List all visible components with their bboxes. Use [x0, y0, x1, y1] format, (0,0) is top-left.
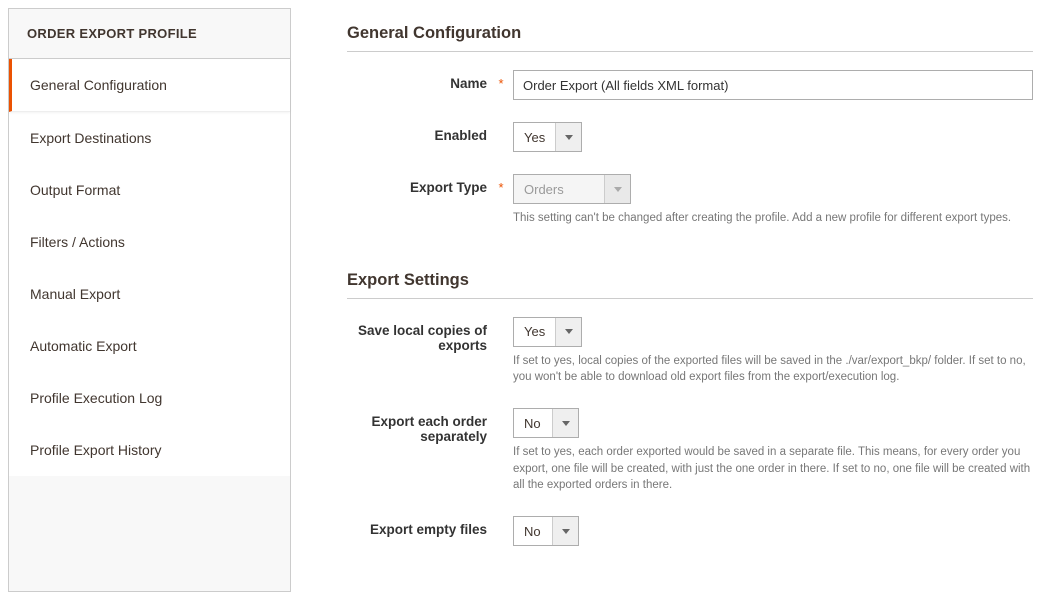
main-panel: General Configuration Name * Enabled Yes… [291, 0, 1041, 592]
save-local-select[interactable]: Yes [513, 317, 582, 347]
sidebar-item-profile-export-history[interactable]: Profile Export History [9, 424, 290, 476]
field-enabled: Enabled Yes [347, 122, 1033, 152]
empty-select[interactable]: No [513, 516, 579, 546]
enabled-select-value: Yes [514, 123, 555, 151]
export-type-select-value: Orders [514, 175, 604, 203]
sidebar: ORDER EXPORT PROFILE General Configurati… [8, 8, 291, 592]
separate-helper: If set to yes, each order exported would… [513, 444, 1033, 494]
sidebar-item-general-configuration[interactable]: General Configuration [9, 59, 290, 112]
field-export-type: Export Type * Orders This setting can't … [347, 174, 1033, 227]
section-title-general: General Configuration [347, 24, 1033, 52]
separate-select[interactable]: No [513, 408, 579, 438]
sidebar-title: ORDER EXPORT PROFILE [9, 9, 290, 59]
required-icon: * [495, 174, 507, 195]
sidebar-item-filters-actions[interactable]: Filters / Actions [9, 216, 290, 268]
field-save-local-label: Save local copies of exports [347, 317, 495, 353]
field-separate-label: Export each order separately [347, 408, 495, 444]
sidebar-item-automatic-export[interactable]: Automatic Export [9, 320, 290, 372]
sidebar-item-export-destinations[interactable]: Export Destinations [9, 112, 290, 164]
chevron-down-icon [614, 187, 622, 192]
sidebar-items: General Configuration Export Destination… [9, 59, 290, 476]
export-type-select-button [604, 175, 630, 203]
separate-select-button[interactable] [552, 409, 578, 437]
field-enabled-label: Enabled [347, 122, 495, 143]
field-name-label: Name [347, 70, 495, 91]
required-icon: * [495, 70, 507, 91]
save-local-select-value: Yes [514, 318, 555, 346]
sidebar-item-manual-export[interactable]: Manual Export [9, 268, 290, 320]
empty-select-button[interactable] [552, 517, 578, 545]
sidebar-item-output-format[interactable]: Output Format [9, 164, 290, 216]
name-input[interactable] [513, 70, 1033, 100]
export-type-helper: This setting can't be changed after crea… [513, 210, 1033, 227]
field-name: Name * [347, 70, 1033, 100]
sidebar-item-profile-execution-log[interactable]: Profile Execution Log [9, 372, 290, 424]
enabled-select-button[interactable] [555, 123, 581, 151]
empty-select-value: No [514, 517, 552, 545]
enabled-select[interactable]: Yes [513, 122, 582, 152]
field-empty-label: Export empty files [347, 516, 495, 537]
chevron-down-icon [565, 135, 573, 140]
field-export-type-label: Export Type [347, 174, 495, 195]
save-local-helper: If set to yes, local copies of the expor… [513, 353, 1033, 386]
chevron-down-icon [565, 329, 573, 334]
chevron-down-icon [562, 421, 570, 426]
separate-select-value: No [514, 409, 552, 437]
field-separate: Export each order separately No If set t… [347, 408, 1033, 494]
chevron-down-icon [562, 529, 570, 534]
field-empty: Export empty files No [347, 516, 1033, 546]
export-type-select: Orders [513, 174, 631, 204]
section-title-export-settings: Export Settings [347, 271, 1033, 299]
save-local-select-button[interactable] [555, 318, 581, 346]
field-save-local: Save local copies of exports Yes If set … [347, 317, 1033, 386]
